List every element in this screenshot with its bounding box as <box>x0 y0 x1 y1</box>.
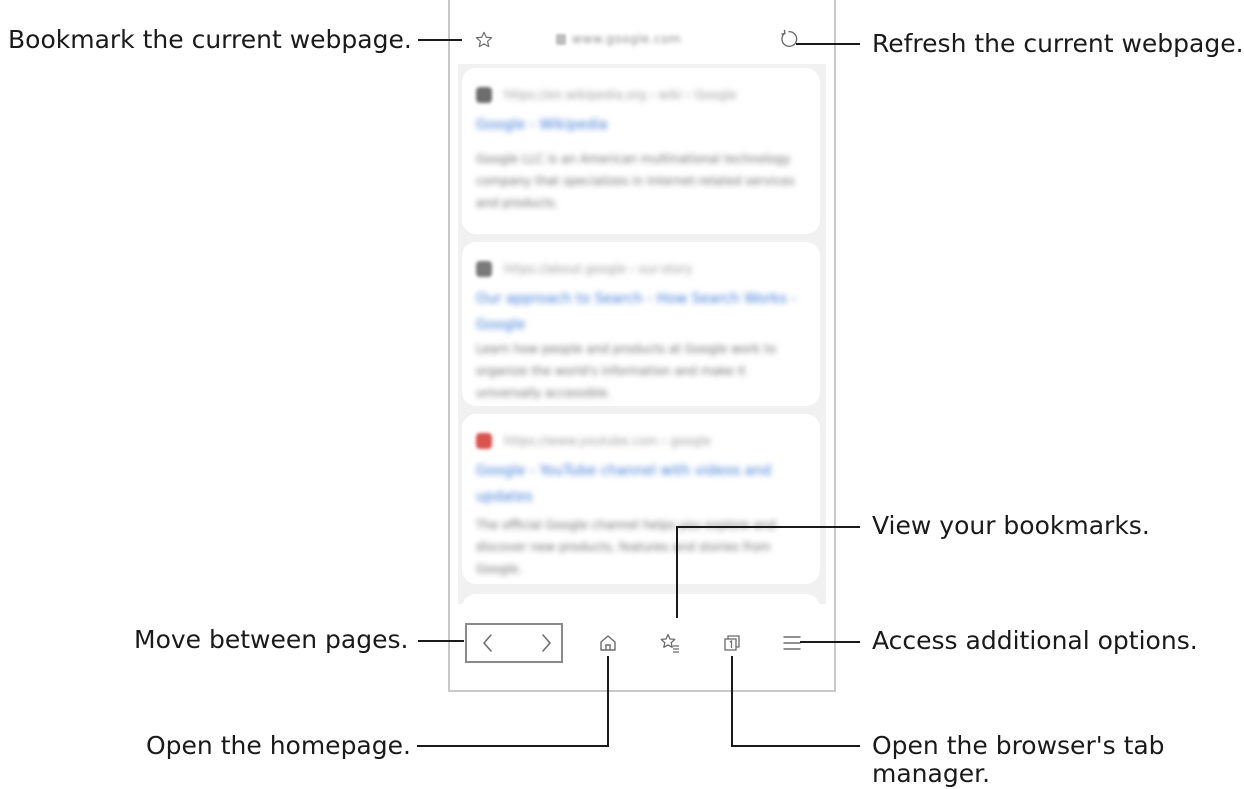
back-chevron-icon[interactable] <box>476 630 500 656</box>
tabs-icon[interactable] <box>720 630 744 656</box>
address-bar: www.google.com <box>450 0 834 64</box>
callout-refresh: Refresh the current webpage. <box>872 29 1244 58</box>
leader-line <box>731 656 733 746</box>
result-title[interactable]: Google - YouTube channel with videos and… <box>476 458 802 510</box>
leader-line <box>418 640 464 642</box>
favicon-icon <box>476 433 492 449</box>
callout-homepage: Open the homepage. <box>146 731 411 760</box>
callout-tab-manager: Open the browser's tab <box>872 731 1165 760</box>
lock-icon <box>556 33 566 45</box>
leader-line <box>796 43 860 45</box>
url-text: www.google.com <box>572 32 682 46</box>
bottom-toolbar <box>450 606 834 690</box>
leader-line <box>607 656 609 746</box>
favicon-icon <box>476 261 492 277</box>
result-source: https://www.youtube.com › google <box>476 430 711 452</box>
favicon-icon <box>476 87 492 103</box>
bookmark-star-icon[interactable] <box>472 28 496 52</box>
callout-additional-options: Access additional options. <box>872 626 1198 655</box>
leader-line <box>417 745 609 747</box>
leader-line <box>731 745 860 747</box>
leader-line <box>676 526 678 618</box>
forward-chevron-icon[interactable] <box>534 630 558 656</box>
callout-bookmark-current: Bookmark the current webpage. <box>8 25 412 54</box>
result-card[interactable] <box>462 594 820 604</box>
result-source: https://about.google › our-story <box>476 258 692 280</box>
browser-screen: www.google.com https://en.wikipedia.org … <box>448 0 836 692</box>
result-source: https://en.wikipedia.org › wiki › Google <box>476 84 737 106</box>
callout-tab-manager-cont: manager. <box>872 759 991 788</box>
callout-view-bookmarks: View your bookmarks. <box>872 511 1150 540</box>
home-icon[interactable] <box>596 630 620 656</box>
result-title[interactable]: Google - Wikipedia <box>476 112 796 138</box>
callout-move-pages: Move between pages. <box>134 625 409 654</box>
result-title[interactable]: Our approach to Search - How Search Work… <box>476 286 802 338</box>
leader-line <box>418 39 462 41</box>
search-results: https://en.wikipedia.org › wiki › Google… <box>458 64 826 604</box>
leader-line <box>676 526 860 528</box>
bookmarks-list-icon[interactable] <box>658 630 682 656</box>
result-card[interactable]: https://en.wikipedia.org › wiki › Google… <box>462 68 820 234</box>
result-card[interactable]: https://www.youtube.com › google Google … <box>462 414 820 584</box>
result-card[interactable]: https://about.google › our-story Our app… <box>462 242 820 406</box>
leader-line <box>800 641 860 643</box>
result-snippet: The official Google channel helps you ex… <box>476 518 776 576</box>
url-field[interactable]: www.google.com <box>556 30 716 48</box>
result-snippet: Google LLC is an American multinational … <box>476 152 795 210</box>
menu-icon[interactable] <box>780 630 804 656</box>
result-snippet: Learn how people and products at Google … <box>476 342 776 400</box>
refresh-icon[interactable] <box>776 26 802 52</box>
